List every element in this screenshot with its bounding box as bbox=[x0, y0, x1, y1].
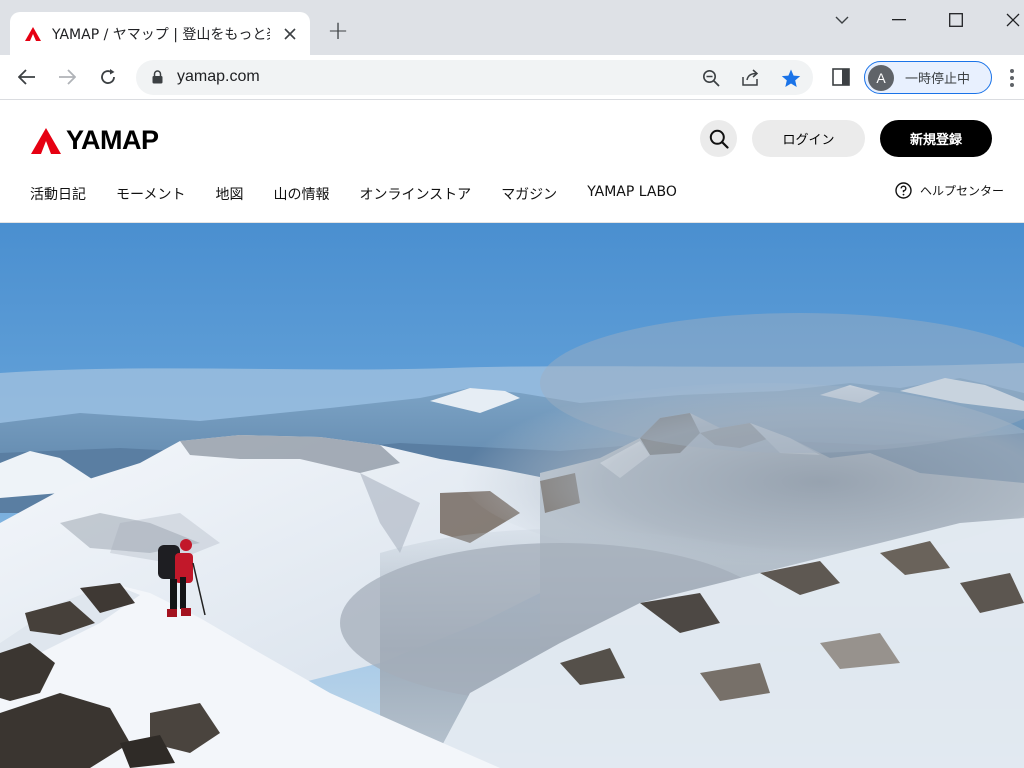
nav-item-activity-log[interactable]: 活動日記 bbox=[30, 184, 86, 204]
browser-tab[interactable]: YAMAP / ヤマップ | 登山をもっと楽し bbox=[10, 12, 310, 55]
browser-toolbar: yamap.com A 一時停止中 bbox=[0, 55, 1024, 100]
main-nav: 活動日記 モーメント 地図 山の情報 オンラインストア マガジン YAMAP L… bbox=[30, 184, 707, 204]
side-panel-icon[interactable] bbox=[829, 65, 853, 89]
profile-status-label: 一時停止中 bbox=[905, 72, 971, 87]
yamap-mountain-logo-icon bbox=[31, 127, 61, 154]
yamap-logo[interactable]: YAMAP bbox=[30, 125, 159, 156]
new-tab-button[interactable]: + bbox=[326, 18, 350, 44]
lock-icon[interactable] bbox=[152, 70, 163, 84]
close-window-icon[interactable] bbox=[998, 8, 1024, 32]
yamap-favicon-icon bbox=[25, 26, 41, 41]
share-icon[interactable] bbox=[741, 68, 761, 88]
site-header: YAMAP ログイン 新規登録 活動日記 モーメント 地図 山の情報 オンライン… bbox=[0, 101, 1024, 223]
nav-item-moments[interactable]: モーメント bbox=[116, 184, 185, 204]
nav-item-online-store[interactable]: オンラインストア bbox=[359, 184, 471, 204]
nav-item-map[interactable]: 地図 bbox=[215, 184, 243, 204]
nav-item-yamap-labo[interactable]: YAMAP LABO bbox=[587, 184, 677, 204]
browser-menu-icon[interactable] bbox=[1004, 67, 1020, 89]
zoom-out-icon[interactable] bbox=[701, 68, 721, 88]
bookmark-star-icon[interactable] bbox=[781, 68, 801, 88]
close-icon[interactable] bbox=[280, 24, 300, 44]
snowy-mountain-photo bbox=[0, 223, 1024, 768]
maximize-icon[interactable] bbox=[941, 8, 971, 32]
help-question-icon bbox=[895, 182, 912, 199]
logo-text: YAMAP bbox=[66, 125, 159, 155]
hero-image bbox=[0, 223, 1024, 768]
signup-button[interactable]: 新規登録 bbox=[880, 120, 992, 157]
address-bar[interactable]: yamap.com bbox=[136, 60, 813, 95]
login-button[interactable]: ログイン bbox=[752, 120, 865, 157]
profile-button[interactable]: A 一時停止中 bbox=[864, 61, 992, 94]
url-text[interactable]: yamap.com bbox=[177, 68, 260, 86]
reload-icon[interactable] bbox=[96, 65, 120, 89]
minimize-icon[interactable] bbox=[884, 8, 914, 32]
nav-item-mountain-info[interactable]: 山の情報 bbox=[273, 184, 329, 204]
search-button[interactable] bbox=[700, 120, 737, 157]
back-arrow-icon[interactable] bbox=[15, 65, 39, 89]
search-icon bbox=[709, 129, 729, 149]
avatar: A bbox=[868, 64, 894, 91]
tab-search-chevron-down-icon[interactable] bbox=[827, 8, 857, 32]
tab-title: YAMAP / ヤマップ | 登山をもっと楽し bbox=[52, 26, 270, 43]
forward-arrow-icon[interactable] bbox=[55, 65, 79, 89]
nav-item-magazine[interactable]: マガジン bbox=[501, 184, 557, 204]
help-center-label: ヘルプセンター bbox=[920, 184, 1005, 198]
help-center-link[interactable]: ヘルプセンター bbox=[895, 182, 1004, 199]
browser-tab-strip: YAMAP / ヤマップ | 登山をもっと楽し + bbox=[0, 0, 1024, 55]
